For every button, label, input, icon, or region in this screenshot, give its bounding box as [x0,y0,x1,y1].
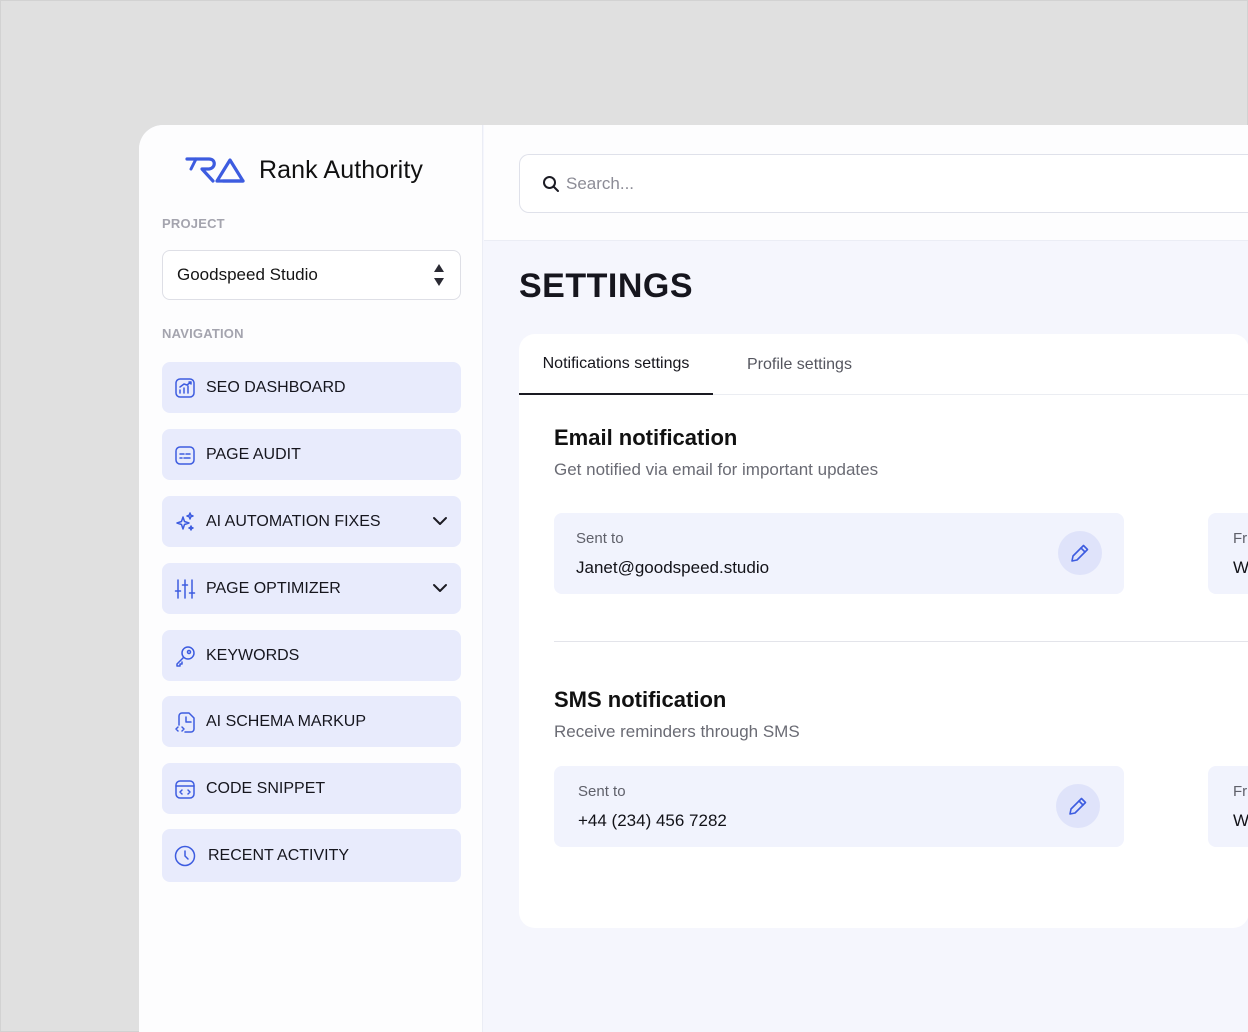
project-value: Goodspeed Studio [177,265,318,284]
sparkles-icon [176,511,194,531]
sidebar-item-label: AI AUTOMATION FIXES [206,512,381,530]
brand-name: Rank Authority [259,155,423,184]
sidebar-item-label: KEYWORDS [206,646,300,664]
settings-card: Notifications settings Profile settings … [519,334,1248,928]
search-icon [543,175,559,192]
sms-second-field: Fr W [1208,766,1248,847]
schema-icon [175,711,195,733]
field-label: Sent to [578,783,626,800]
sidebar-item-code-snippet[interactable]: CODE SNIPPET [162,763,461,814]
sidebar-item-label: PAGE AUDIT [206,445,301,463]
sliders-icon [174,578,196,599]
audit-icon [175,445,195,465]
email-sent-to-field: Sent to Janet@goodspeed.studio [554,513,1124,594]
email-notification-title: Email notification [554,425,738,450]
sms-sent-to-field: Sent to +44 (234) 456 7282 [554,766,1124,847]
pencil-icon [1069,797,1087,815]
sms-notification-title: SMS notification [554,687,727,712]
sidebar-item-keywords[interactable]: KEYWORDS [162,630,461,681]
sidebar-item-seo-dashboard[interactable]: SEO DASHBOARD [162,362,461,413]
top-header: Search... [484,125,1248,241]
sidebar-item-page-audit[interactable]: PAGE AUDIT [162,429,461,480]
sidebar-item-ai-automation-fixes[interactable]: AI AUTOMATION FIXES [162,496,461,547]
tab-notifications-settings[interactable]: Notifications settings [519,334,713,395]
search-bar[interactable]: Search... [519,154,1248,213]
sidebar-item-recent-activity[interactable]: RECENT ACTIVITY [162,829,461,882]
section-divider [554,641,1248,642]
sidebar-item-label: AI SCHEMA MARKUP [206,712,367,730]
pencil-icon [1071,544,1089,562]
sort-updown-icon [434,264,444,286]
tab-profile-settings[interactable]: Profile settings [747,334,852,395]
sidebar: Rank Authority PROJECT Goodspeed Studio … [139,125,483,1032]
settings-tabs: Notifications settings Profile settings [519,334,1248,395]
field-value: W [1233,558,1248,577]
chevron-down-icon[interactable] [431,512,449,530]
search-input[interactable]: Search... [566,174,634,194]
email-second-field: Fr W [1208,513,1248,594]
field-label: Sent to [576,530,624,547]
field-label: Fr [1233,783,1248,800]
key-icon [176,645,195,667]
email-notification-subtitle: Get notified via email for important upd… [554,460,879,479]
field-value: W [1233,811,1248,830]
field-label: Fr [1233,530,1248,547]
sidebar-item-label: CODE SNIPPET [206,779,326,797]
navigation-label: NAVIGATION [162,326,244,341]
phone-number-value: +44 (234) 456 7282 [578,811,727,830]
brand-logo[interactable]: Rank Authority [185,155,423,185]
page-title: SETTINGS [519,267,694,305]
edit-email-button[interactable] [1058,531,1102,575]
clock-icon [174,845,196,866]
sidebar-item-label: PAGE OPTIMIZER [206,579,341,597]
chevron-down-icon[interactable] [431,579,449,597]
sidebar-item-label: RECENT ACTIVITY [208,846,350,864]
project-selector[interactable]: Goodspeed Studio [162,250,461,300]
project-label: PROJECT [162,216,225,231]
code-icon [175,779,195,799]
sms-notification-subtitle: Receive reminders through SMS [554,722,800,741]
email-address-value: Janet@goodspeed.studio [576,558,770,577]
sidebar-item-label: SEO DASHBOARD [206,378,346,396]
sidebar-item-page-optimizer[interactable]: PAGE OPTIMIZER [162,563,461,614]
chart-icon [175,377,195,398]
rank-authority-logo-icon [185,157,245,183]
edit-phone-button[interactable] [1056,784,1100,828]
sidebar-item-ai-schema-markup[interactable]: AI SCHEMA MARKUP [162,696,461,747]
